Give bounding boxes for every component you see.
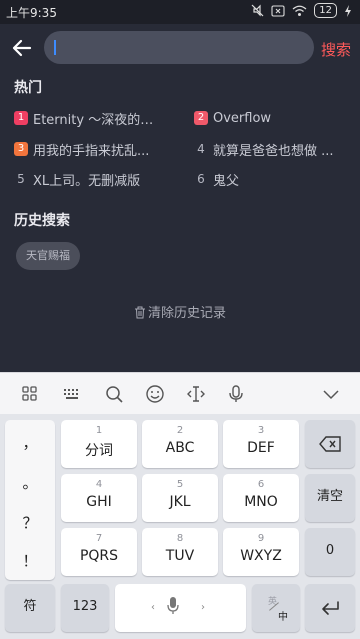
mute-icon — [251, 4, 264, 17]
text-cursor — [54, 40, 56, 55]
hot-item-3[interactable]: 3 用我的手指来扰乱... — [14, 139, 164, 159]
wifi-icon — [292, 5, 307, 16]
hot-item-4[interactable]: 4 就算是爸爸也想做 ... — [194, 139, 344, 159]
keyboard-layout-icon[interactable] — [62, 384, 82, 404]
rank-number: 6 — [197, 172, 205, 186]
hot-item-text: Eternity ～深夜的濡... — [33, 112, 164, 128]
search-icon[interactable] — [104, 384, 124, 404]
hot-item-2[interactable]: 2 Overflow — [194, 108, 344, 128]
collapse-keyboard-icon[interactable] — [321, 384, 341, 404]
key-1-fenci[interactable]: 1 分词 — [61, 420, 137, 468]
microphone-icon[interactable] — [226, 384, 246, 404]
punct-period-key[interactable]: 。 — [5, 472, 55, 493]
key-9-wxyz[interactable]: 9 WXYZ — [223, 528, 299, 576]
charging-icon — [345, 4, 351, 17]
hot-item-1[interactable]: 1 Eternity ～深夜的濡... — [14, 108, 164, 128]
hot-item-text: XL上司。无删减版 — [33, 173, 141, 189]
search-input[interactable] — [44, 31, 314, 64]
chinese-label: 中 — [278, 612, 288, 623]
hot-item-text: 鬼父 — [213, 173, 240, 189]
key-4-ghi[interactable]: 4 GHI — [61, 474, 137, 522]
key-5-jkl[interactable]: 5 JKL — [142, 474, 218, 522]
history-section-title: 历史搜索 — [14, 213, 70, 229]
hot-item-text: 用我的手指来扰乱... — [33, 143, 150, 159]
status-time: 上午9:35 — [6, 6, 57, 20]
microphone-icon — [167, 597, 179, 614]
hot-item-text: 就算是爸爸也想做 ... — [213, 143, 334, 159]
keyboard: ， 。 ？ ！ 1 分词 2 ABC 3 DEF 4 GHI 5 JKL 6 MNO 清空 … — [0, 414, 360, 639]
punctuation-column: ， 。 ？ ！ — [5, 420, 55, 580]
sim-off-icon — [271, 4, 285, 17]
backspace-icon — [319, 436, 341, 452]
cursor-move-icon[interactable] — [186, 384, 206, 404]
key-2-abc[interactable]: 2 ABC — [142, 420, 218, 468]
punct-comma-key[interactable]: ， — [5, 432, 55, 453]
status-icons: 12 — [251, 3, 352, 18]
hot-item-6[interactable]: 6 鬼父 — [194, 169, 344, 189]
key-6-mno[interactable]: 6 MNO — [223, 474, 299, 522]
status-bar: 上午9:35 12 — [0, 0, 360, 24]
language-switch-key[interactable]: 英 中 — [252, 584, 300, 632]
grid-menu-icon[interactable] — [20, 384, 40, 404]
symbol-key[interactable]: 符 — [5, 584, 55, 632]
enter-icon — [322, 601, 339, 615]
search-button[interactable]: 搜索 — [321, 39, 351, 60]
history-chip[interactable]: 天官赐福 — [16, 242, 80, 270]
key-3-def[interactable]: 3 DEF — [223, 420, 299, 468]
punct-exclaim-key[interactable]: ！ — [5, 550, 55, 571]
clear-history-button[interactable]: 清除历史记录 — [0, 302, 360, 321]
trash-icon — [134, 306, 145, 319]
punct-question-key[interactable]: ？ — [5, 512, 55, 533]
rank-number: 4 — [197, 142, 205, 156]
backspace-key[interactable] — [305, 420, 355, 468]
back-arrow-icon[interactable] — [10, 36, 34, 60]
hot-item-text: Overflow — [213, 110, 272, 126]
key-8-tuv[interactable]: 8 TUV — [142, 528, 218, 576]
space-key[interactable]: ‹ › — [115, 584, 246, 632]
battery-indicator: 12 — [314, 3, 337, 18]
rank-number: 5 — [17, 172, 25, 186]
clear-key[interactable]: 清空 — [305, 474, 355, 522]
keyboard-toolbar — [0, 372, 360, 414]
hot-item-5[interactable]: 5 XL上司。无删减版 — [14, 169, 164, 189]
rank-badge: 3 — [14, 142, 28, 156]
search-bar: 搜索 — [0, 28, 360, 68]
key-7-pqrs[interactable]: 7 PQRS — [61, 528, 137, 576]
clear-history-label: 清除历史记录 — [147, 306, 226, 321]
rank-badge: 2 — [194, 111, 208, 125]
emoji-icon[interactable] — [145, 384, 165, 404]
rank-badge: 1 — [14, 111, 28, 125]
hot-section-title: 热门 — [14, 80, 42, 96]
numbers-key[interactable]: 123 — [61, 584, 109, 632]
enter-key[interactable] — [305, 584, 355, 632]
zero-key[interactable]: 0 — [305, 528, 355, 576]
